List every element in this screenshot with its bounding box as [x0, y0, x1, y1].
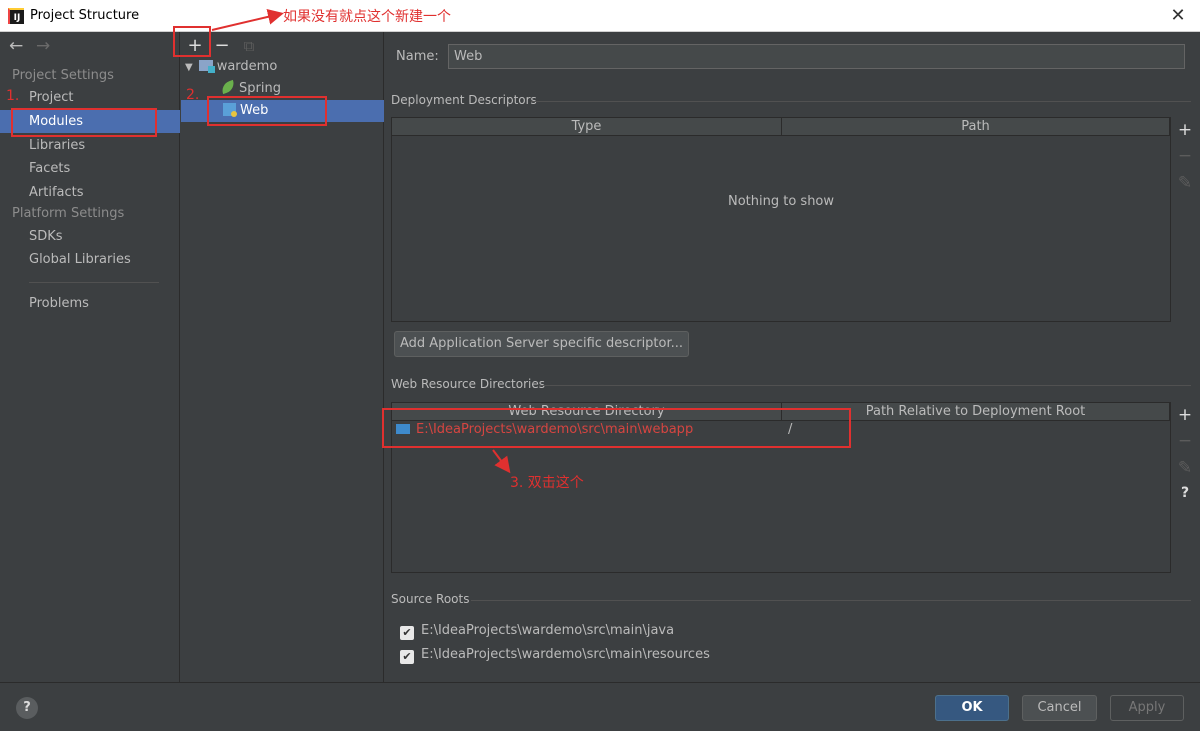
tree-node-label: Spring	[239, 81, 281, 96]
nav-separator	[29, 282, 159, 283]
source-root-checkbox[interactable]: ✔	[400, 650, 414, 664]
intellij-app-icon: IJ	[8, 8, 24, 24]
tree-node-wardemo[interactable]: ▼ wardemo	[185, 56, 277, 78]
group-separator	[539, 385, 1191, 386]
group-separator	[471, 600, 1191, 601]
column-header-type[interactable]: Type	[392, 118, 782, 136]
deployment-descriptors-table[interactable]: Type Path Nothing to show	[391, 117, 1171, 322]
empty-table-message: Nothing to show	[727, 194, 835, 209]
nav-item-facets[interactable]: Facets	[0, 157, 180, 180]
remove-icon[interactable]: −	[212, 35, 232, 56]
source-root-resources[interactable]: ✔ E:\IdeaProjects\wardemo\src\main\resour…	[400, 647, 710, 664]
annotation-add-note: 如果没有就点这个新建一个	[283, 9, 451, 25]
nav-item-sdks[interactable]: SDKs	[0, 225, 180, 248]
web-facet-config-panel: Name: Deployment Descriptors Type Path N…	[385, 32, 1200, 682]
column-header-path[interactable]: Path	[782, 118, 1170, 136]
source-root-checkbox[interactable]: ✔	[400, 626, 414, 640]
spring-leaf-icon	[219, 79, 237, 95]
name-label: Name:	[396, 49, 439, 64]
remove-descriptor-icon[interactable]: −	[1177, 146, 1193, 166]
help-directory-icon[interactable]: ?	[1177, 485, 1193, 501]
edit-descriptor-icon[interactable]: ✎	[1177, 173, 1193, 193]
project-settings-header: Project Settings	[12, 68, 114, 83]
expand-arrow-icon[interactable]: ▼	[185, 62, 193, 73]
nav-item-libraries[interactable]: Libraries	[0, 134, 180, 157]
nav-item-project[interactable]: Project	[0, 86, 180, 109]
platform-settings-header: Platform Settings	[12, 206, 125, 221]
forward-arrow-icon[interactable]: →	[36, 36, 50, 56]
remove-directory-icon[interactable]: −	[1177, 431, 1193, 451]
window-title: Project Structure	[30, 8, 140, 23]
dialog-footer: ? OK Cancel Apply	[0, 682, 1200, 731]
annotation-step-1: 1.	[6, 88, 20, 104]
annotation-box-web	[207, 96, 327, 126]
add-descriptor-icon[interactable]: +	[1177, 120, 1193, 140]
annotation-box-modules	[11, 108, 157, 137]
deployment-descriptors-title: Deployment Descriptors	[391, 93, 537, 107]
source-root-path: E:\IdeaProjects\wardemo\src\main\resourc…	[421, 647, 710, 662]
back-arrow-icon[interactable]: ←	[9, 36, 23, 56]
annotation-box-add	[173, 26, 211, 57]
cancel-button[interactable]: Cancel	[1022, 695, 1097, 721]
annotation-box-directory	[382, 408, 851, 448]
annotation-step-2: 2.	[186, 87, 200, 103]
ok-button[interactable]: OK	[935, 695, 1009, 721]
tree-node-label: wardemo	[216, 59, 278, 74]
help-icon[interactable]: ?	[16, 697, 38, 719]
copy-icon[interactable]: ⧉	[239, 37, 259, 55]
web-resource-directories-title: Web Resource Directories	[391, 377, 545, 391]
annotation-step-3: 3. 双击这个	[510, 475, 584, 491]
add-server-descriptor-button[interactable]: Add Application Server specific descript…	[394, 331, 689, 357]
close-window-button[interactable]: ✕	[1156, 0, 1200, 32]
facet-name-input[interactable]	[448, 44, 1185, 69]
group-separator	[531, 101, 1191, 102]
source-root-path: E:\IdeaProjects\wardemo\src\main\java	[421, 623, 675, 638]
source-roots-title: Source Roots	[391, 592, 470, 606]
edit-directory-icon[interactable]: ✎	[1177, 458, 1193, 478]
module-folder-icon	[198, 60, 215, 73]
nav-item-problems[interactable]: Problems	[0, 292, 180, 315]
nav-item-artifacts[interactable]: Artifacts	[0, 181, 180, 204]
apply-button[interactable]: Apply	[1110, 695, 1184, 721]
add-directory-icon[interactable]: +	[1177, 405, 1193, 425]
nav-item-global-libraries[interactable]: Global Libraries	[0, 248, 180, 271]
module-tree-panel: + − ⧉ ▼ wardemo Spring Web	[181, 32, 384, 682]
source-root-java[interactable]: ✔ E:\IdeaProjects\wardemo\src\main\java	[400, 623, 674, 640]
